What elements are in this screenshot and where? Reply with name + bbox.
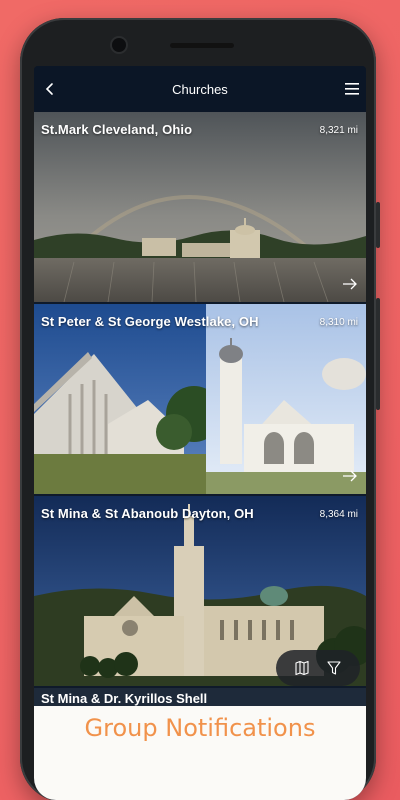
church-name: St.Mark Cleveland, Ohio	[41, 122, 193, 137]
power-button	[376, 298, 380, 410]
map-icon[interactable]	[294, 660, 310, 676]
church-card[interactable]: St.Mark Cleveland, Ohio 8,321 mi	[34, 112, 366, 302]
church-distance: 8,364 mi	[319, 509, 358, 520]
page-title: Churches	[172, 81, 228, 97]
map-filter-toolbar	[276, 650, 360, 686]
church-card[interactable]: St Mina & Dr. Kyrillos Shell	[34, 688, 366, 708]
footer-banner: Group Notifications	[34, 706, 366, 800]
navigation-bar: Churches	[34, 66, 366, 112]
volume-button	[376, 202, 380, 248]
church-photo	[34, 112, 366, 302]
church-name: St Mina & St Abanoub Dayton, OH	[41, 506, 254, 521]
church-card[interactable]: St Peter & St George Westlake, OH 8,310 …	[34, 304, 366, 494]
arrow-right-icon[interactable]	[342, 470, 358, 482]
speaker	[170, 43, 234, 48]
app-screen: Churches St.Mark Cleveland, Ohio 8,321 m…	[34, 66, 366, 800]
church-distance: 8,310 mi	[319, 317, 358, 328]
filter-icon[interactable]	[326, 660, 342, 676]
church-name: St Peter & St George Westlake, OH	[41, 314, 259, 329]
church-distance: 8,321 mi	[319, 125, 358, 136]
footer-caption: Group Notifications	[84, 714, 316, 742]
arrow-right-icon[interactable]	[342, 278, 358, 290]
church-name: St Mina & Dr. Kyrillos Shell	[41, 691, 208, 706]
church-photo	[34, 304, 366, 494]
camera	[112, 38, 126, 52]
hamburger-menu-icon[interactable]	[344, 82, 360, 96]
chevron-left-icon[interactable]	[42, 81, 58, 97]
